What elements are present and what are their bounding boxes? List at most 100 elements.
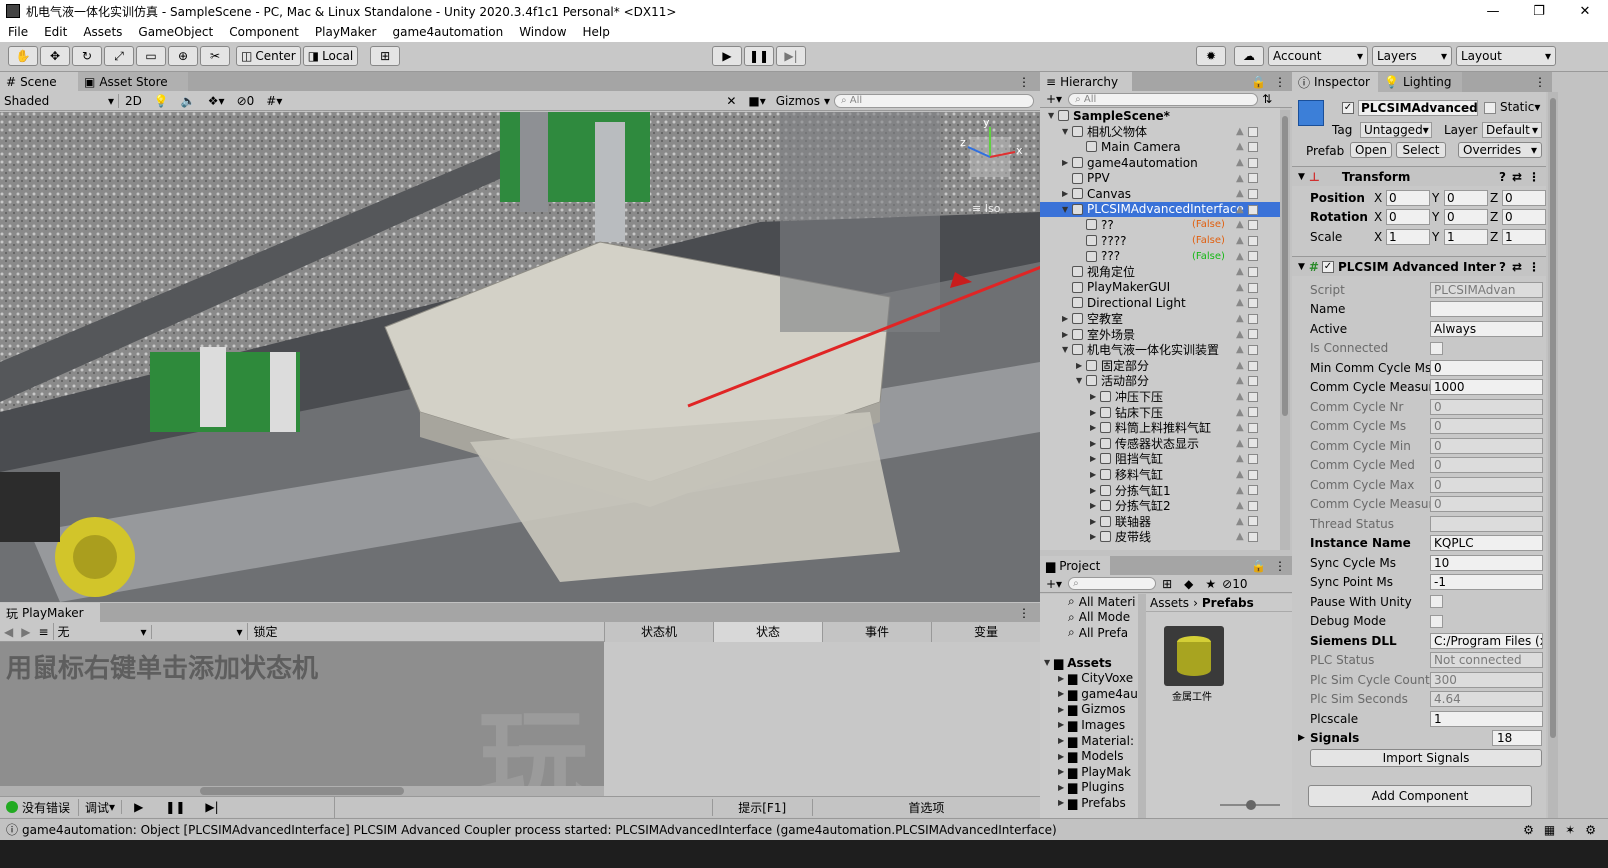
refresh-icon[interactable]: ⇅ [1258, 92, 1276, 106]
lock-button[interactable]: 锁定 [246, 623, 284, 640]
step-icon[interactable]: ▶| [195, 800, 228, 814]
visibility-icon[interactable]: ▲ [1236, 126, 1244, 137]
foldout-arrow-icon[interactable]: ▶ [1058, 674, 1068, 683]
hidden-objects-toggle[interactable]: ⊘0 [231, 94, 261, 108]
debug-dropdown[interactable]: 调试 ▾ [78, 798, 121, 816]
more-options-icon[interactable]: ⋮ [1018, 606, 1030, 620]
z-axis-label[interactable]: Z [1490, 210, 1498, 224]
hierarchy-item[interactable]: ▶ 冲压下压 ▲ [1040, 389, 1280, 405]
tab-events[interactable]: 事件 [822, 622, 931, 642]
transform-header[interactable]: ▼ ⊥ Transform ? ⇄ ⋮ [1292, 166, 1546, 186]
forward-icon[interactable]: ▶ [17, 625, 34, 639]
visibility-icon[interactable]: ▲ [1236, 235, 1244, 246]
pickable-checkbox[interactable] [1248, 251, 1258, 262]
pickable-checkbox[interactable] [1248, 173, 1258, 184]
pickable-checkbox[interactable] [1248, 438, 1258, 449]
hand-tool-icon[interactable]: ✋ [8, 46, 38, 66]
pickable-checkbox[interactable] [1248, 485, 1258, 496]
position-z-input[interactable]: 0 [1502, 189, 1546, 206]
status-message[interactable]: game4automation: Object [PLCSIMAdvancedI… [22, 823, 1057, 837]
foldout-arrow-icon[interactable]: ▶ [1058, 798, 1068, 807]
pickable-checkbox[interactable] [1248, 391, 1258, 402]
rotate-tool-icon[interactable]: ↻ [72, 46, 102, 66]
prefab-open-button[interactable]: Open [1350, 142, 1392, 158]
shading-dropdown[interactable]: Shaded ▾ [0, 94, 118, 108]
hierarchy-item[interactable]: ▶ 分拣气缸2 ▲ [1040, 498, 1280, 514]
add-component-button[interactable]: Add Component [1308, 785, 1532, 807]
lock-icon[interactable]: 🔒 [1251, 75, 1266, 89]
grid-icon[interactable]: #▾ [260, 94, 288, 108]
pickable-checkbox[interactable] [1248, 469, 1258, 480]
prefab-select-button[interactable]: Select [1396, 142, 1446, 158]
favorites-item[interactable]: ⌕ All Mode [1040, 610, 1138, 626]
visibility-icon[interactable]: ▲ [1236, 329, 1244, 340]
hierarchy-item[interactable]: PlayMakerGUI ▲ [1040, 280, 1280, 296]
foldout-arrow-icon[interactable]: ▶ [1090, 501, 1100, 510]
pickable-checkbox[interactable] [1248, 157, 1258, 168]
more-options-icon[interactable]: ⋮ [1018, 75, 1030, 89]
pickable-checkbox[interactable] [1248, 532, 1258, 543]
pickable-checkbox[interactable] [1248, 220, 1258, 231]
menu-file[interactable]: File [0, 25, 36, 39]
hierarchy-item[interactable]: Main Camera ▲ [1040, 139, 1280, 155]
pivot-center-button[interactable]: ◫ Center [236, 46, 301, 66]
tab-hierarchy[interactable]: ≡ Hierarchy [1040, 72, 1132, 92]
foldout-arrow-icon[interactable]: ▶ [1058, 783, 1068, 792]
visibility-icon[interactable]: ▲ [1236, 500, 1244, 511]
scale-z-input[interactable]: 1 [1502, 228, 1546, 245]
hierarchy-item[interactable]: ▶ 钻床下压 ▲ [1040, 404, 1280, 420]
pickable-checkbox[interactable] [1248, 266, 1258, 277]
scene-search-input[interactable]: ⌕ All [834, 93, 1034, 108]
signals-row[interactable]: ▶ Signals 18 [1292, 728, 1546, 748]
z-axis-label[interactable]: Z [1490, 191, 1498, 205]
component-enabled-checkbox[interactable]: ✓ [1321, 260, 1334, 273]
menu-edit[interactable]: Edit [36, 25, 75, 39]
preset-icon[interactable]: ⇄ [1512, 170, 1522, 184]
field-input[interactable] [1430, 301, 1543, 318]
lock-icon[interactable]: 🔒 [1251, 559, 1266, 573]
foldout-arrow-icon[interactable]: ▶ [1090, 517, 1100, 526]
y-axis-label[interactable]: Y [1432, 210, 1439, 224]
hierarchy-item[interactable]: Directional Light ▲ [1040, 295, 1280, 311]
help-icon[interactable]: ? [1499, 260, 1506, 274]
hierarchy-item[interactable]: ▶ Canvas ▲ [1040, 186, 1280, 202]
z-axis-label[interactable]: Z [1490, 230, 1498, 244]
visibility-icon[interactable]: ▲ [1236, 407, 1244, 418]
favorites-item[interactable]: ⌕ All Prefa [1040, 625, 1138, 641]
menu-component[interactable]: Component [221, 25, 307, 39]
field-checkbox[interactable] [1430, 341, 1443, 355]
project-folder[interactable]: ▶ ▆ CityVoxe [1040, 670, 1138, 686]
pickable-checkbox[interactable] [1248, 360, 1258, 371]
tab-playmaker[interactable]: 玩 PlayMaker [0, 603, 100, 623]
menu-lines-icon[interactable]: ≡ [34, 625, 52, 639]
field-input[interactable] [1430, 515, 1543, 532]
static-checkbox[interactable] [1484, 102, 1496, 114]
foldout-arrow-icon[interactable]: ▼ [1076, 376, 1086, 385]
y-axis-label[interactable]: Y [1432, 191, 1439, 205]
field-input[interactable]: 0 [1430, 496, 1543, 513]
project-folder[interactable]: ▶ ▆ Plugins [1040, 780, 1138, 796]
visibility-icon[interactable]: ▲ [1236, 173, 1244, 184]
scale-x-input[interactable]: 1 [1386, 228, 1430, 245]
pickable-checkbox[interactable] [1248, 376, 1258, 387]
pickable-checkbox[interactable] [1248, 500, 1258, 511]
play-icon[interactable]: ▶ [712, 46, 742, 66]
foldout-arrow-icon[interactable]: ▼ [1048, 111, 1058, 120]
move-tool-icon[interactable]: ✥ [40, 46, 70, 66]
foldout-arrow-icon[interactable]: ▶ [1058, 752, 1068, 761]
visibility-icon[interactable]: ▲ [1236, 531, 1244, 542]
visibility-icon[interactable]: ▲ [1236, 469, 1244, 480]
field-input[interactable]: 1000 [1430, 379, 1543, 396]
collab-icon[interactable]: ✹ [1196, 46, 1226, 66]
visibility-icon[interactable]: ▲ [1236, 344, 1244, 355]
tab-scene[interactable]: # Scene [0, 72, 78, 92]
more-options-icon[interactable]: ⋮ [1274, 559, 1286, 573]
visibility-icon[interactable]: ▲ [1236, 516, 1244, 527]
pickable-checkbox[interactable] [1248, 454, 1258, 465]
position-x-input[interactable]: 0 [1386, 189, 1430, 206]
tab-fsm[interactable]: 状态机 [604, 622, 713, 642]
visibility-icon[interactable]: ▲ [1236, 251, 1244, 262]
menu-help[interactable]: Help [575, 25, 618, 39]
project-folder[interactable]: ▶ ▆ Images [1040, 717, 1138, 733]
foldout-arrow-icon[interactable]: ▶ [1058, 705, 1068, 714]
